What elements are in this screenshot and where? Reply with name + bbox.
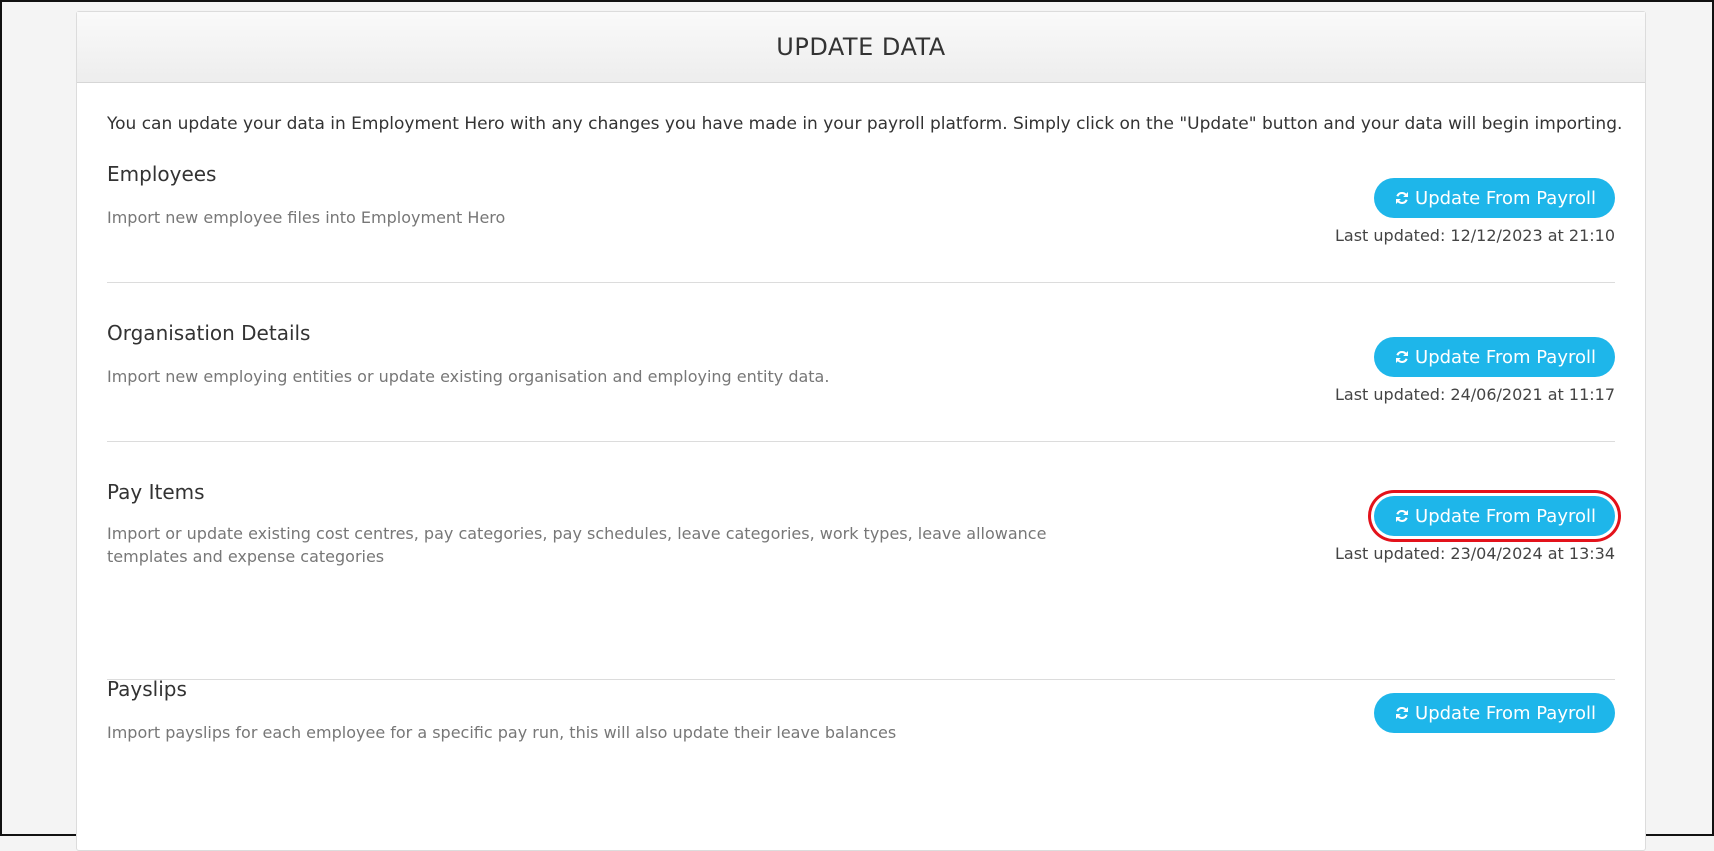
button-label: Update From Payroll <box>1415 346 1596 368</box>
last-updated: Last updated: 24/06/2021 at 11:17 <box>1335 385 1615 404</box>
button-label: Update From Payroll <box>1415 187 1596 209</box>
section-divider <box>107 441 1615 442</box>
section-title: Employees <box>107 162 217 186</box>
section-title: Organisation Details <box>107 321 311 345</box>
section-title: Pay Items <box>107 480 205 504</box>
button-label: Update From Payroll <box>1415 702 1596 724</box>
section-description: Import new employee files into Employmen… <box>107 208 506 227</box>
section-title: Payslips <box>107 677 187 701</box>
update-from-payroll-button[interactable]: Update From Payroll <box>1374 496 1615 536</box>
last-updated: Last updated: 23/04/2024 at 13:34 <box>1335 544 1615 563</box>
intro-text: You can update your data in Employment H… <box>107 114 1623 134</box>
panel-title: UPDATE DATA <box>77 12 1645 83</box>
section-description: Import payslips for each employee for a … <box>107 723 897 742</box>
section-divider <box>107 679 1615 680</box>
section-divider <box>107 282 1615 283</box>
section-description: Import new employing entities or update … <box>107 367 830 386</box>
refresh-icon <box>1393 704 1411 722</box>
refresh-icon <box>1393 189 1411 207</box>
refresh-icon <box>1393 507 1411 525</box>
update-from-payroll-button[interactable]: Update From Payroll <box>1374 337 1615 377</box>
refresh-icon <box>1393 348 1411 366</box>
update-from-payroll-button[interactable]: Update From Payroll <box>1374 178 1615 218</box>
update-from-payroll-button[interactable]: Update From Payroll <box>1374 693 1615 733</box>
section-description: Import or update existing cost centres, … <box>107 524 1047 566</box>
button-label: Update From Payroll <box>1415 505 1596 527</box>
update-data-panel: UPDATE DATA You can update your data in … <box>76 11 1646 851</box>
last-updated: Last updated: 12/12/2023 at 21:10 <box>1335 226 1615 245</box>
